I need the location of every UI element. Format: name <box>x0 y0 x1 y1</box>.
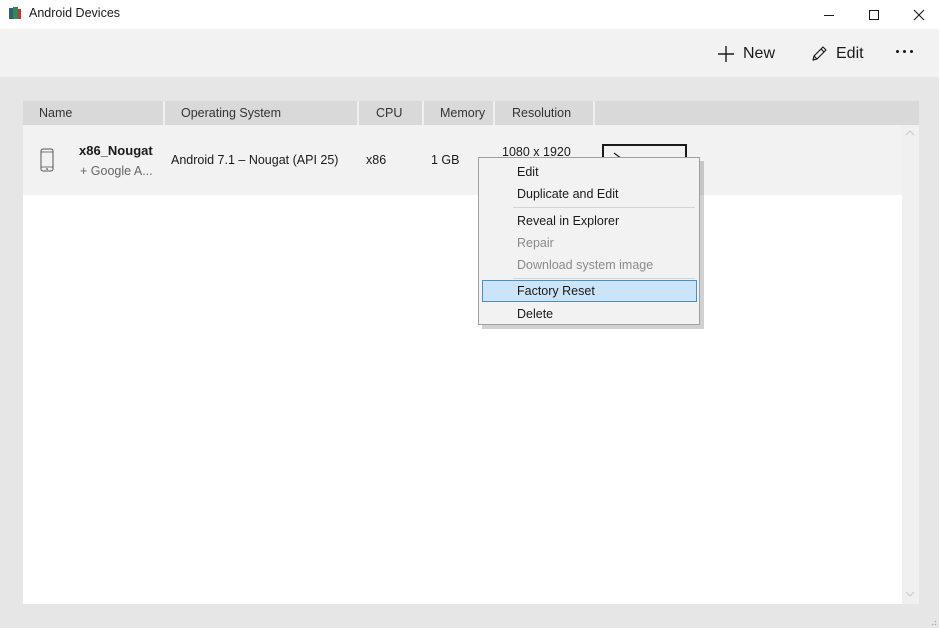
maximize-icon <box>869 9 879 20</box>
title-bar: Android Devices <box>0 0 939 29</box>
android-app-icon <box>9 7 21 19</box>
menu-item-delete[interactable]: Delete <box>479 303 699 325</box>
column-header-resolution[interactable]: Resolution <box>512 101 571 125</box>
column-header-os[interactable]: Operating System <box>181 101 281 125</box>
scroll-down-icon[interactable] <box>905 590 915 598</box>
command-bar: New Edit <box>0 29 939 77</box>
table-header: Name Operating System CPU Memory Resolut… <box>23 101 919 125</box>
menu-separator <box>513 278 695 279</box>
menu-item-factory-reset[interactable]: Factory Reset <box>482 280 697 302</box>
menu-item-reveal-in-explorer[interactable]: Reveal in Explorer <box>479 210 699 232</box>
minimize-button[interactable] <box>806 0 852 29</box>
new-button-label: New <box>743 45 776 62</box>
new-button[interactable]: New <box>717 43 775 65</box>
device-memory: 1 GB <box>431 153 460 167</box>
table-row[interactable] <box>23 125 902 195</box>
column-divider[interactable] <box>422 101 424 125</box>
column-header-name[interactable]: Name <box>39 101 72 125</box>
more-icon[interactable] <box>896 50 916 56</box>
column-divider[interactable] <box>593 101 595 125</box>
menu-item-download-system-image: Download system image <box>517 258 654 272</box>
scroll-up-icon[interactable] <box>905 129 915 137</box>
close-button[interactable] <box>896 0 939 29</box>
device-os: Android 7.1 – Nougat (API 25) <box>171 153 339 167</box>
edit-button-label: Edit <box>836 45 864 62</box>
device-subtitle: + Google A... <box>80 164 153 178</box>
edit-button[interactable]: Edit <box>810 43 864 65</box>
device-name: x86_Nougat <box>79 143 153 158</box>
column-divider[interactable] <box>493 101 495 125</box>
column-divider[interactable] <box>163 101 165 125</box>
column-divider[interactable] <box>357 101 359 125</box>
menu-item-edit[interactable]: Edit <box>479 161 699 183</box>
vertical-scrollbar[interactable] <box>902 125 919 604</box>
column-header-cpu[interactable]: CPU <box>376 101 402 125</box>
plus-icon <box>718 46 734 62</box>
menu-item-repair: Repair <box>517 236 554 250</box>
phone-icon <box>40 148 54 172</box>
device-cpu: x86 <box>366 153 387 167</box>
maximize-button[interactable] <box>851 0 897 29</box>
menu-separator <box>513 207 695 208</box>
close-icon <box>913 9 925 20</box>
menu-item-duplicate-and-edit[interactable]: Duplicate and Edit <box>479 183 699 205</box>
column-header-memory[interactable]: Memory <box>440 101 485 125</box>
window-title: Android Devices <box>29 6 121 20</box>
resize-grip-icon[interactable] <box>928 617 937 626</box>
device-list <box>23 125 902 604</box>
minimize-icon <box>824 14 834 16</box>
context-menu: Edit Duplicate and Edit Reveal in Explor… <box>478 157 700 325</box>
pencil-icon <box>812 46 827 61</box>
